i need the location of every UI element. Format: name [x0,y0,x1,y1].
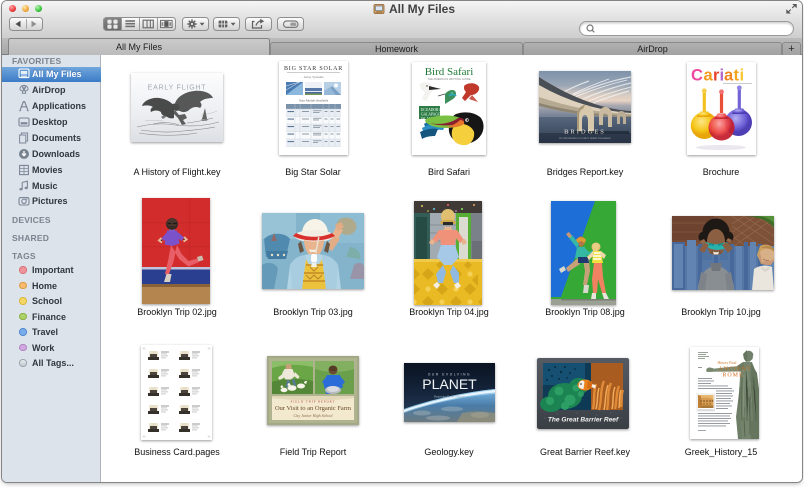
svg-text:i: i [739,66,744,84]
svg-text:Your Models Available: Your Models Available [298,99,328,103]
svg-text:FIELD TRIP REPORT: FIELD TRIP REPORT [291,400,336,404]
svg-text:Beginning Earth Science: Beginning Earth Science [434,394,465,398]
svg-text:EARLY FLIGHT: EARLY FLIGHT [148,84,207,91]
svg-text:BIG STAR SOLAR: BIG STAR SOLAR [283,66,342,72]
svg-text:An introduction to man’s oldes: An introduction to man’s oldest innovati… [559,136,611,140]
svg-text:a: a [703,66,713,84]
svg-text:THE AMERICAS WRITING GUIDE: THE AMERICAS WRITING GUIDE [427,77,470,81]
svg-text:City Junior High School: City Junior High School [294,413,334,418]
svg-text:History Final: History Final [717,361,736,365]
svg-text:C: C [691,66,703,84]
svg-text:ECUADOR &: ECUADOR & [421,108,442,112]
svg-text:PLANET: PLANET [422,376,477,392]
svg-text:Array Systems: Array Systems [303,75,324,79]
svg-text:BRIDGES: BRIDGES [564,129,606,136]
svg-text:a: a [724,66,734,84]
svg-text:Our Visit to an Organic Farm: Our Visit to an Organic Farm [275,405,351,412]
svg-text:The Great Barrier Reef: The Great Barrier Reef [548,416,619,423]
svg-text:ROME: ROME [722,372,743,378]
